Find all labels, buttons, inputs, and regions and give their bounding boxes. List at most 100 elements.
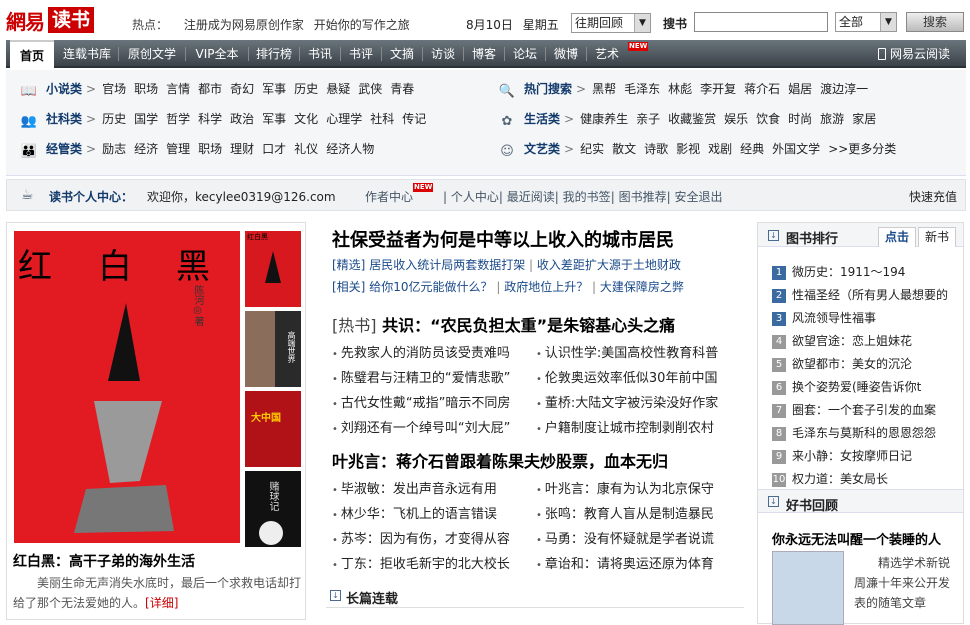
category-link[interactable]: 职场 bbox=[134, 79, 158, 99]
news-item[interactable]: 认识性学:美国高校性教育科普 bbox=[536, 342, 718, 361]
category-title[interactable]: 经管类 bbox=[46, 139, 82, 159]
category-link[interactable]: 武侠 bbox=[358, 79, 382, 99]
category-link[interactable]: 哲学 bbox=[166, 109, 190, 129]
category-link[interactable]: 蒋介石 bbox=[744, 79, 780, 99]
feature-book-cover[interactable]: 红 白 黑 陈河◎著 bbox=[14, 231, 240, 543]
rank-item[interactable]: 9 来小静：女按摩师日记 bbox=[772, 445, 960, 467]
news-item[interactable]: 毕淑敏：发出声音永远有用 bbox=[332, 478, 497, 497]
search-button[interactable]: 搜索 bbox=[906, 12, 964, 32]
category-link[interactable]: 经典 bbox=[740, 139, 764, 159]
section-title-link[interactable]: 共识：“农民负担太重”是朱镕基心头之痛 bbox=[382, 316, 675, 335]
nav-item-home[interactable]: 首页 bbox=[10, 40, 54, 68]
category-link[interactable]: 奇幻 bbox=[230, 79, 254, 99]
nav-item-original[interactable]: 原创文学 bbox=[122, 40, 182, 68]
category-link[interactable]: 旅游 bbox=[820, 109, 844, 129]
category-link[interactable]: 李开复 bbox=[700, 79, 736, 99]
my-bookmarks-link[interactable]: 我的书签 bbox=[563, 190, 611, 204]
nav-item-rank[interactable]: 排行榜 bbox=[252, 40, 296, 68]
personal-center-link[interactable]: 个人中心 bbox=[451, 190, 499, 204]
category-link[interactable]: 健康养生 bbox=[580, 109, 628, 129]
good-book-cover[interactable] bbox=[772, 551, 844, 625]
news-item[interactable]: 刘翔还有一个绰号叫“刘大屁” bbox=[332, 417, 510, 436]
category-link[interactable]: 戏剧 bbox=[708, 139, 732, 159]
rank-item[interactable]: 5 欲望都市：美女的沉沦 bbox=[772, 353, 960, 375]
category-link[interactable]: 军事 bbox=[262, 79, 286, 99]
news-item[interactable]: 张鸣：教育人盲从是制造暴民 bbox=[536, 503, 714, 522]
category-link[interactable]: 官场 bbox=[102, 79, 126, 99]
category-link[interactable]: 饮食 bbox=[756, 109, 780, 129]
site-logo[interactable]: 網易 读书 bbox=[6, 6, 95, 34]
category-link[interactable]: 青春 bbox=[390, 79, 414, 99]
cloud-read-link[interactable]: 网易云阅读 bbox=[878, 40, 950, 68]
news-item[interactable]: 户籍制度让城市控制剥削农村 bbox=[536, 417, 714, 436]
news-item[interactable]: 古代女性戴“戒指”暗示不同房 bbox=[332, 392, 510, 411]
nav-item-weibo[interactable]: 微博 bbox=[549, 40, 583, 68]
sub-link[interactable]: 大建保障房之弊 bbox=[600, 280, 684, 294]
nav-item-forum[interactable]: 论坛 bbox=[508, 40, 542, 68]
good-book-title[interactable]: 你永远无法叫醒一个装睡的人 bbox=[772, 529, 941, 548]
book-thumb[interactable]: 高端世界 bbox=[245, 311, 301, 387]
category-link[interactable]: 散文 bbox=[612, 139, 636, 159]
category-link[interactable]: 亲子 bbox=[636, 109, 660, 129]
nav-item-blog[interactable]: 博客 bbox=[467, 40, 501, 68]
search-scope-select[interactable]: 全部 ▼ bbox=[835, 12, 897, 32]
category-link[interactable]: 历史 bbox=[102, 109, 126, 129]
news-item[interactable]: 章诒和：请将奥运还原为体育 bbox=[536, 553, 714, 572]
category-link[interactable]: 社科 bbox=[370, 109, 394, 129]
details-link[interactable]: [详细] bbox=[145, 596, 178, 610]
news-item[interactable]: 丁东：拒收毛新宇的北大校长 bbox=[332, 553, 510, 572]
search-input[interactable] bbox=[694, 12, 828, 32]
feature-book-title[interactable]: 红白黑：高干子弟的海外生活 bbox=[13, 551, 195, 571]
nav-item-digest[interactable]: 文摘 bbox=[385, 40, 419, 68]
category-link[interactable]: 职场 bbox=[198, 139, 222, 159]
book-thumb[interactable]: 赌球记 bbox=[245, 471, 301, 547]
category-link[interactable]: 渡边淳一 bbox=[820, 79, 868, 99]
category-link[interactable]: 历史 bbox=[294, 79, 318, 99]
rank-item[interactable]: 7 圈套：一个套子引发的血案 bbox=[772, 399, 960, 421]
category-link[interactable]: 心理学 bbox=[326, 109, 362, 129]
past-issues-select[interactable]: 往期回顾 ▼ bbox=[571, 13, 651, 33]
category-link[interactable]: 国学 bbox=[134, 109, 158, 129]
rank-item[interactable]: 8 毛泽东与莫斯科的恩恩怨怨 bbox=[772, 422, 960, 444]
category-link[interactable]: 黑帮 bbox=[592, 79, 616, 99]
category-link[interactable]: 经济 bbox=[134, 139, 158, 159]
category-link[interactable]: 政治 bbox=[230, 109, 254, 129]
rank-item[interactable]: 10 权力道：美女局长 bbox=[772, 468, 960, 490]
category-link[interactable]: 收藏鉴赏 bbox=[668, 109, 716, 129]
category-link[interactable]: 管理 bbox=[166, 139, 190, 159]
hot-link[interactable]: 注册成为网易原创作家 bbox=[184, 18, 304, 32]
news-item[interactable]: 董桥:大陆文字被污染没好作家 bbox=[536, 392, 718, 411]
category-link[interactable]: 传记 bbox=[402, 109, 426, 129]
category-link[interactable]: 纪实 bbox=[580, 139, 604, 159]
news-item[interactable]: 陈璧君与汪精卫的“爱情悲歌” bbox=[332, 367, 510, 386]
category-link[interactable]: 都市 bbox=[198, 79, 222, 99]
news-item[interactable]: 伦敦奥运效率低似30年前中国 bbox=[536, 367, 718, 386]
rank-item[interactable]: 2 性福圣经（所有男人最想要的 bbox=[772, 284, 960, 306]
category-link[interactable]: 外国文学 bbox=[772, 139, 820, 159]
book-thumb[interactable]: 红白黑 bbox=[245, 231, 301, 307]
category-link[interactable]: 悬疑 bbox=[326, 79, 350, 99]
rank-item[interactable]: 1 微历史：1911～194 bbox=[772, 261, 960, 283]
category-link[interactable]: 口才 bbox=[262, 139, 286, 159]
nav-item-news[interactable]: 书讯 bbox=[303, 40, 337, 68]
nav-item-review[interactable]: 书评 bbox=[344, 40, 378, 68]
news-item[interactable]: 叶兆言：康有为认为北京保守 bbox=[536, 478, 714, 497]
news-item[interactable]: 苏岑：因为有伤，才变得从容 bbox=[332, 528, 510, 547]
nav-item-art[interactable]: 艺术 bbox=[590, 40, 624, 68]
category-title[interactable]: 热门搜索 bbox=[524, 79, 572, 99]
book-recommend-link[interactable]: 图书推荐 bbox=[619, 190, 667, 204]
tab-newbooks[interactable]: 新书 bbox=[918, 227, 957, 247]
category-link[interactable]: 娱乐 bbox=[724, 109, 748, 129]
quick-charge-link[interactable]: 快速充值 bbox=[909, 188, 957, 205]
sub-link[interactable]: 政府地位上升？ bbox=[504, 280, 588, 294]
category-link[interactable]: 毛泽东 bbox=[624, 79, 660, 99]
category-link[interactable]: 军事 bbox=[262, 109, 286, 129]
nav-item-serial[interactable]: 连载书库 bbox=[58, 40, 116, 68]
category-link[interactable]: >>更多分类 bbox=[828, 139, 896, 159]
sub-link[interactable]: 给你10亿元能做什么？ bbox=[369, 280, 492, 294]
rank-item[interactable]: 4 欲望官途：恋上姐妹花 bbox=[772, 330, 960, 352]
category-link[interactable]: 言情 bbox=[166, 79, 190, 99]
rank-item[interactable]: 3 风流领导性福事 bbox=[772, 307, 960, 329]
tab-clicks[interactable]: 点击 bbox=[878, 227, 917, 247]
category-title[interactable]: 小说类 bbox=[46, 79, 82, 99]
